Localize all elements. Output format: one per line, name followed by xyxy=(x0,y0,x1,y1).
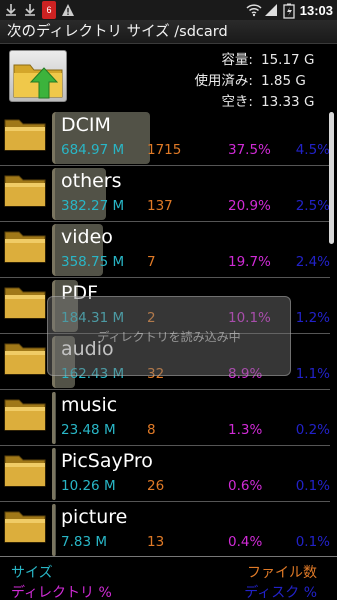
file-count: 26 xyxy=(147,478,165,494)
notification-badge: 6 xyxy=(42,1,56,19)
directory-row[interactable]: music 23.48 M 8 1.3% 0.2% xyxy=(0,390,330,446)
file-count: 1715 xyxy=(147,142,182,158)
folder-icon xyxy=(3,114,47,152)
file-count: 13 xyxy=(147,534,165,550)
folder-icon xyxy=(3,450,47,488)
disk-percent: 2.4% xyxy=(295,254,330,270)
directory-size: 7.83 M xyxy=(61,534,107,550)
used-value: 1.85 G xyxy=(261,73,306,89)
legend-size: サイズ xyxy=(11,565,53,581)
folder-up-icon xyxy=(13,64,63,99)
directory-size: 684.97 M xyxy=(61,142,125,158)
usage-bar xyxy=(52,392,56,444)
download-icon xyxy=(23,3,37,17)
disk-percent: 2.5% xyxy=(295,198,330,214)
wifi-icon xyxy=(246,3,262,17)
disk-percent: 1.2% xyxy=(295,310,330,326)
disk-percent: 0.2% xyxy=(295,422,330,438)
download-icon xyxy=(4,3,18,17)
signal-icon xyxy=(264,3,278,17)
directory-name: others xyxy=(61,170,122,192)
folder-icon xyxy=(3,506,47,544)
status-bar: 6 13:03 xyxy=(0,0,337,20)
directory-name: picture xyxy=(61,506,128,528)
disk-percent: 1.1% xyxy=(295,366,330,382)
legend-directory-percent: ディレクトリ % xyxy=(11,585,112,600)
directory-percent: 19.7% xyxy=(228,254,271,270)
directory-percent: 37.5% xyxy=(228,142,271,158)
directory-percent: 1.3% xyxy=(228,422,263,438)
folder-icon xyxy=(3,338,47,376)
used-label: 使用済み: xyxy=(194,73,253,89)
disk-percent: 4.5% xyxy=(295,142,330,158)
directory-size: 382.27 M xyxy=(61,198,125,214)
parent-directory-button[interactable] xyxy=(9,50,67,102)
storage-header: 容量: 15.17 G 使用済み: 1.85 G 空き: 13.33 G xyxy=(0,44,337,110)
warning-icon xyxy=(61,3,75,17)
usage-bar xyxy=(52,448,56,500)
page-title: 次のディレクトリ サイズ /sdcard xyxy=(0,20,337,44)
capacity-label: 容量: xyxy=(221,52,253,68)
directory-size: 23.48 M xyxy=(61,422,116,438)
directory-row[interactable]: video 358.75 M 7 19.7% 2.4% xyxy=(0,222,330,278)
folder-icon xyxy=(3,226,47,264)
directory-percent: 0.6% xyxy=(228,478,263,494)
directory-name: music xyxy=(61,394,118,416)
directory-name: video xyxy=(61,226,113,248)
storage-info: 容量: 15.17 G 使用済み: 1.85 G 空き: 13.33 G xyxy=(194,50,327,113)
directory-size: 358.75 M xyxy=(61,254,125,270)
legend-disk-percent: ディスク % xyxy=(244,585,317,600)
directory-name: DCIM xyxy=(61,114,111,136)
used-row: 使用済み: 1.85 G xyxy=(194,71,327,92)
disk-percent: 0.1% xyxy=(295,478,330,494)
loading-toast: ディレクトリを読み込み中 xyxy=(47,296,291,376)
legend-file-count: ファイル数 xyxy=(247,565,317,581)
folder-icon xyxy=(3,282,47,320)
directory-percent: 0.4% xyxy=(228,534,263,550)
capacity-value: 15.17 G xyxy=(261,52,315,68)
directory-size: 10.26 M xyxy=(61,478,116,494)
directory-row[interactable]: DCIM 684.97 M 1715 37.5% 4.5% xyxy=(0,110,330,166)
file-count: 8 xyxy=(147,422,156,438)
clock: 13:03 xyxy=(299,2,333,18)
directory-row[interactable]: others 382.27 M 137 20.9% 2.5% xyxy=(0,166,330,222)
scrollbar[interactable] xyxy=(329,112,334,244)
file-count: 137 xyxy=(147,198,173,214)
capacity-row: 容量: 15.17 G xyxy=(194,50,327,71)
directory-row[interactable]: PicSayPro 10.26 M 26 0.6% 0.1% xyxy=(0,446,330,502)
directory-percent: 20.9% xyxy=(228,198,271,214)
folder-icon xyxy=(3,394,47,432)
folder-icon xyxy=(3,170,47,208)
directory-name: PicSayPro xyxy=(61,450,153,472)
battery-charging-icon xyxy=(282,3,296,19)
legend: サイズ ファイル数 ディレクトリ % ディスク % xyxy=(0,556,337,600)
file-count: 7 xyxy=(147,254,156,270)
directory-row[interactable]: picture 7.83 M 13 0.4% 0.1% xyxy=(0,502,330,556)
usage-bar xyxy=(52,504,56,556)
disk-percent: 0.1% xyxy=(295,534,330,550)
